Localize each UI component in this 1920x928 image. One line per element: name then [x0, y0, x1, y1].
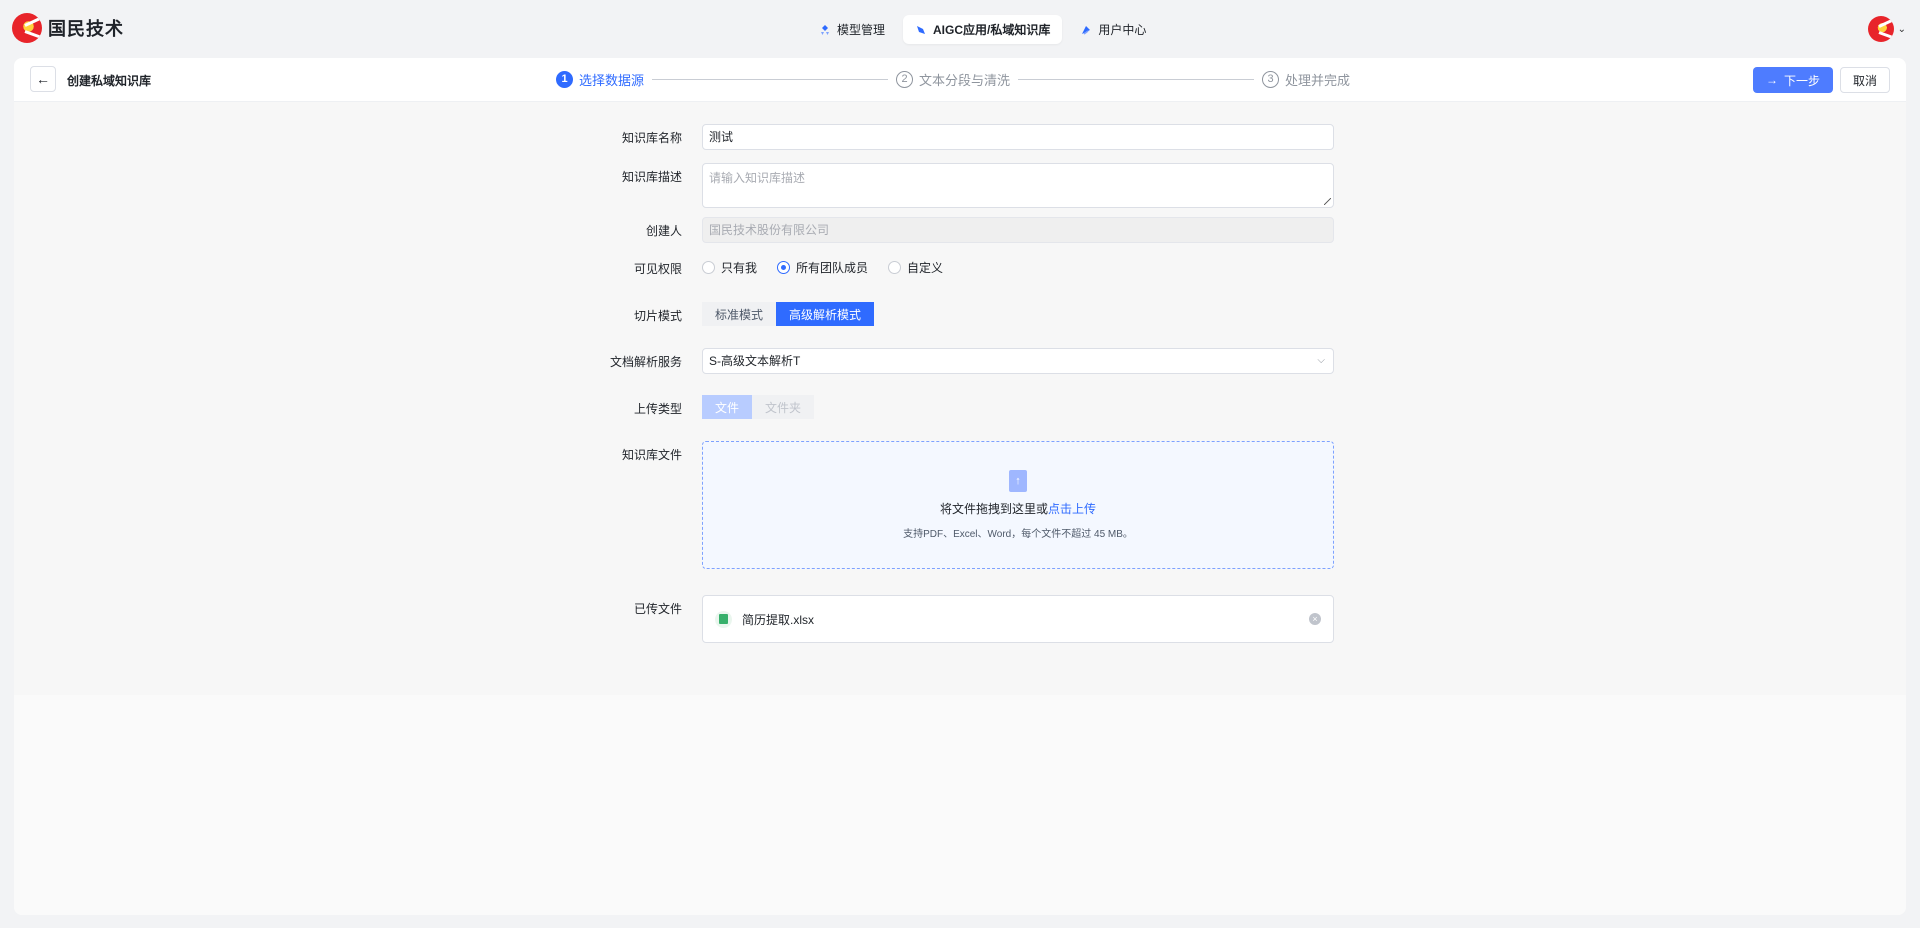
click-upload-link[interactable]: 点击上传 — [1048, 502, 1096, 516]
next-step-label: 下一步 — [1783, 73, 1820, 88]
model-icon — [821, 24, 829, 35]
file-name: 简历提取.xlsx — [742, 612, 815, 627]
remove-file-icon[interactable]: × — [1309, 613, 1321, 625]
aigc-icon — [917, 25, 926, 34]
upload-type-toggle: 文件 文件夹 — [702, 395, 1334, 419]
step-segment-clean: 2 文本分段与清洗 — [896, 70, 1010, 89]
form-area: 知识库名称 测试 知识库描述 请输入知识库描述 创建人 国民技术股份有限公司 可… — [14, 102, 1906, 695]
stepper: 1 选择数据源 2 文本分段与清洗 3 处理并完成 — [556, 68, 1350, 90]
empty-area — [14, 695, 1906, 915]
nav-item-user-center[interactable]: 用户中心 — [1068, 15, 1158, 44]
back-button[interactable]: ← — [30, 66, 56, 92]
main-nav: 模型管理 AIGC应用/私域知识库 用户中心 — [807, 15, 1158, 44]
step-number: 1 — [556, 70, 573, 88]
avatar — [1867, 16, 1894, 42]
excel-file-icon — [715, 610, 732, 628]
upload-hint: 支持PDF、Excel、Word，每个文件不超过 45 MB。 — [903, 529, 1133, 540]
upload-type-folder[interactable]: 文件夹 — [752, 395, 815, 419]
file-drop-zone[interactable]: ↑ 将文件拖拽到这里或点击上传 支持PDF、Excel、Word，每个文件不超过… — [702, 441, 1334, 569]
field-label: 知识库文件 — [621, 448, 682, 462]
step-number: 3 — [1262, 70, 1279, 88]
radio-only-me[interactable]: 只有我 — [702, 259, 757, 276]
next-step-button[interactable]: → 下一步 — [1753, 67, 1833, 93]
step-divider — [652, 78, 888, 80]
visibility-radio-group: 只有我 所有团队成员 自定义 — [702, 255, 1334, 279]
drop-text: 将文件拖拽到这里或点击上传 — [940, 500, 1096, 517]
radio-label: 自定义 — [907, 260, 944, 275]
field-label: 上传类型 — [633, 402, 682, 416]
chevron-down-icon: ⌵ — [1317, 355, 1325, 366]
arrow-left-icon: ← — [36, 71, 50, 87]
nav-label: 模型管理 — [837, 23, 886, 37]
upload-type-file[interactable]: 文件 — [702, 395, 753, 419]
knowledge-base-description-input[interactable]: 请输入知识库描述 — [702, 163, 1334, 208]
slice-mode-standard[interactable]: 标准模式 — [702, 302, 777, 326]
main-card: ← 创建私域知识库 1 选择数据源 2 文本分段与清洗 3 处理并完成 → 下一… — [14, 58, 1906, 915]
field-label: 创建人 — [645, 224, 682, 238]
field-label: 可见权限 — [633, 262, 682, 276]
step-label: 选择数据源 — [579, 72, 645, 88]
radio-circle — [888, 260, 902, 274]
user-menu[interactable]: ⌄ — [1867, 16, 1906, 42]
radio-circle — [777, 260, 791, 274]
radio-custom[interactable]: 自定义 — [888, 259, 943, 276]
brand-name: 国民技术 — [48, 19, 124, 39]
radio-circle — [702, 260, 715, 274]
field-label: 知识库描述 — [621, 170, 682, 184]
radio-label: 只有我 — [721, 260, 758, 275]
field-label: 文档解析服务 — [609, 355, 682, 369]
creator-field: 国民技术股份有限公司 — [702, 217, 1334, 243]
step-number: 2 — [896, 70, 913, 88]
cancel-button[interactable]: 取消 — [1840, 67, 1890, 93]
page-header: ← 创建私域知识库 1 选择数据源 2 文本分段与清洗 3 处理并完成 → 下一… — [14, 58, 1906, 102]
uploaded-file-item: 简历提取.xlsx × — [702, 595, 1334, 643]
chevron-down-icon: ⌄ — [1897, 23, 1906, 35]
step-divider — [1018, 78, 1254, 80]
step-label: 文本分段与清洗 — [919, 72, 1011, 88]
upload-file-icon: ↑ — [1009, 470, 1027, 492]
step-select-source: 1 选择数据源 — [556, 70, 644, 89]
slice-mode-advanced[interactable]: 高级解析模式 — [776, 302, 875, 326]
drop-instruction: 将文件拖拽到这里或 — [939, 502, 1048, 516]
field-label: 知识库名称 — [621, 131, 682, 145]
select-value: S-高级文本解析T — [709, 354, 801, 368]
page-title: 创建私域知识库 — [67, 74, 152, 88]
slice-mode-toggle: 标准模式 高级解析模式 — [702, 302, 1334, 326]
knowledge-base-name-input[interactable]: 测试 — [702, 124, 1334, 150]
brand[interactable]: 国民技术 — [12, 13, 124, 43]
nav-label: AIGC应用/私域知识库 — [933, 23, 1051, 37]
company-logo — [12, 13, 42, 43]
nav-label: 用户中心 — [1098, 23, 1147, 37]
field-label: 已传文件 — [633, 602, 682, 616]
nav-item-aigc-knowledge-base[interactable]: AIGC应用/私域知识库 — [903, 15, 1063, 44]
top-navigation: 国民技术 模型管理 AIGC应用/私域知识库 用户中心 ⌄ — [0, 0, 1920, 58]
document-parser-select[interactable]: S-高级文本解析T ⌵ — [702, 348, 1334, 374]
user-center-icon — [1082, 25, 1091, 35]
step-process-finish: 3 处理并完成 — [1262, 70, 1350, 89]
step-label: 处理并完成 — [1285, 72, 1351, 88]
nav-item-model-management[interactable]: 模型管理 — [807, 15, 897, 44]
field-label: 切片模式 — [633, 309, 682, 323]
arrow-right-icon: → — [1765, 73, 1778, 87]
radio-all-team-members[interactable]: 所有团队成员 — [777, 259, 868, 276]
radio-label: 所有团队成员 — [796, 260, 869, 275]
